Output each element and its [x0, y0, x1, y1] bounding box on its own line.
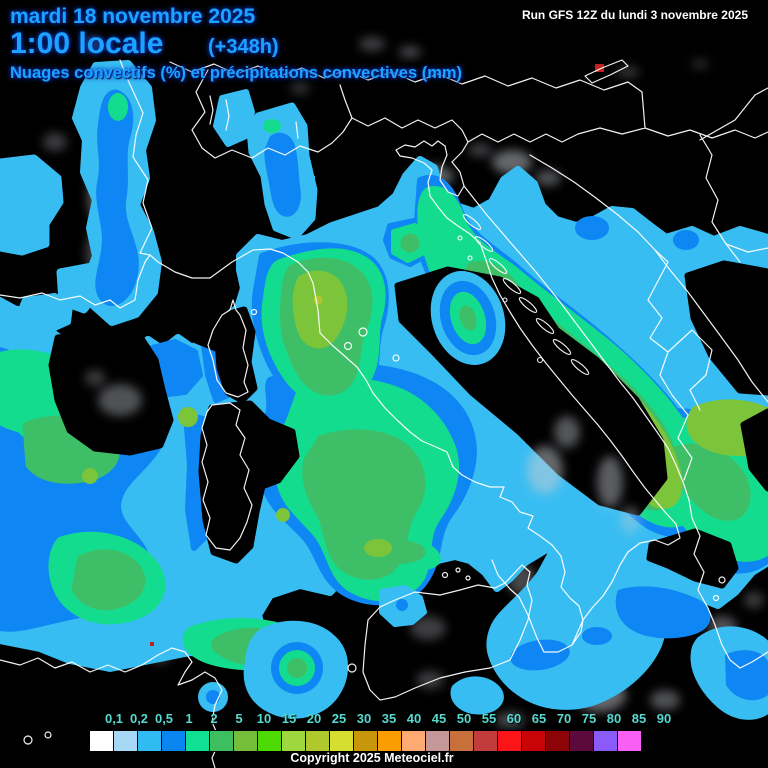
date-label: mardi 18 novembre 2025: [10, 5, 256, 28]
parameter-title: Nuages convectifs (%) et précipitations …: [10, 64, 463, 82]
model-run-label: Run GFS 12Z du lundi 3 novembre 2025: [521, 8, 748, 22]
forecast-offset-label: (+348h): [208, 36, 279, 58]
local-time-label: 1:00 locale: [10, 27, 164, 60]
weather-map-page: mardi 18 novembre 2025 1:00 locale (+348…: [0, 0, 768, 768]
precipitation-map: [0, 0, 768, 768]
